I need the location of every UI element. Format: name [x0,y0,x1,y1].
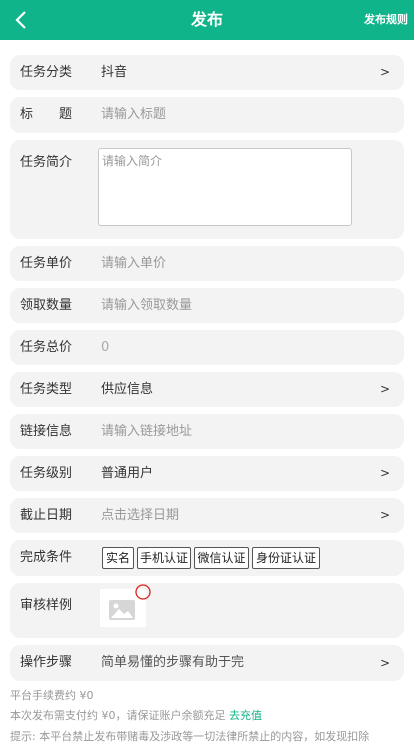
deadline-picker[interactable]: 点击选择日期 [101,498,179,533]
task-level-row[interactable]: 任务级别 普通用户 > [10,456,404,491]
fee-note: 平台手续费约 ¥0 [10,689,94,702]
intro-textarea[interactable]: 请输入简介 [98,148,352,226]
tag-phone-verify[interactable]: 手机认证 [137,547,191,569]
total-row: 任务总价 0 [10,330,404,365]
sample-label: 审核样例 [20,598,73,613]
task-type-value: 供应信息 [101,382,154,397]
steps-label: 操作步骤 [20,655,73,670]
task-type-row[interactable]: 任务类型 供应信息 > [10,372,404,407]
recharge-link[interactable]: 去充值 [229,709,262,722]
total-value: 0 [101,340,110,355]
conditions-label: 完成条件 [20,550,73,565]
payment-text: 本次发布需支付约 ¥0，请保证账户余额充足 [10,709,229,722]
publish-rules-link[interactable]: 发布规则 [364,0,408,40]
title-label: 标 题 [20,107,73,122]
sample-row: 审核样例 [10,583,404,638]
category-value: 抖音 [101,65,128,80]
title-input[interactable]: 请输入标题 [101,97,166,133]
chevron-right-icon: > [379,466,390,480]
tip-note: 提示: 本平台禁止发布带赌毒及涉政等一切法律所禁止的内容，如发现扣除 [10,730,370,743]
steps-row[interactable]: 操作步骤 简单易懂的步骤有助于完 > [10,645,404,681]
category-label: 任务分类 [20,65,73,80]
link-input[interactable]: 请输入链接地址 [101,414,192,449]
task-type-label: 任务类型 [20,382,73,397]
quantity-row: 领取数量 请输入领取数量 [10,288,404,323]
task-level-value: 普通用户 [101,466,154,481]
link-row: 链接信息 请输入链接地址 [10,414,404,449]
payment-note: 本次发布需支付约 ¥0，请保证账户余额充足 去充值 [10,707,262,723]
top-bar: 发布 发布规则 [0,0,414,40]
deadline-row[interactable]: 截止日期 点击选择日期 > [10,498,404,533]
quantity-input[interactable]: 请输入领取数量 [101,288,192,323]
category-row[interactable]: 任务分类 抖音 > [10,55,404,90]
task-level-label: 任务级别 [20,466,73,481]
chevron-right-icon: > [379,382,390,396]
conditions-row: 完成条件 实名 手机认证 微信认证 身份证认证 [10,540,404,576]
chevron-right-icon: > [379,656,390,670]
deadline-label: 截止日期 [20,508,73,523]
intro-row: 任务简介 请输入简介 [10,140,404,239]
title-row: 标 题 请输入标题 [10,97,404,133]
unit-price-input[interactable]: 请输入单价 [101,246,166,281]
quantity-label: 领取数量 [20,298,73,313]
unit-price-label: 任务单价 [20,256,73,271]
chevron-right-icon: > [379,65,390,79]
remove-circle-icon[interactable] [134,583,152,601]
steps-input[interactable]: 简单易懂的步骤有助于完 [101,645,244,681]
link-label: 链接信息 [20,424,73,439]
page-title: 发布 [190,10,223,29]
sample-image-upload[interactable] [100,584,151,627]
unit-price-row: 任务单价 请输入单价 [10,246,404,281]
tag-real-name[interactable]: 实名 [102,547,134,569]
total-label: 任务总价 [20,340,73,355]
tag-wechat-verify[interactable]: 微信认证 [194,547,249,569]
intro-label: 任务简介 [20,155,73,170]
chevron-right-icon: > [379,508,390,522]
tag-id-verify[interactable]: 身份证认证 [252,547,320,569]
